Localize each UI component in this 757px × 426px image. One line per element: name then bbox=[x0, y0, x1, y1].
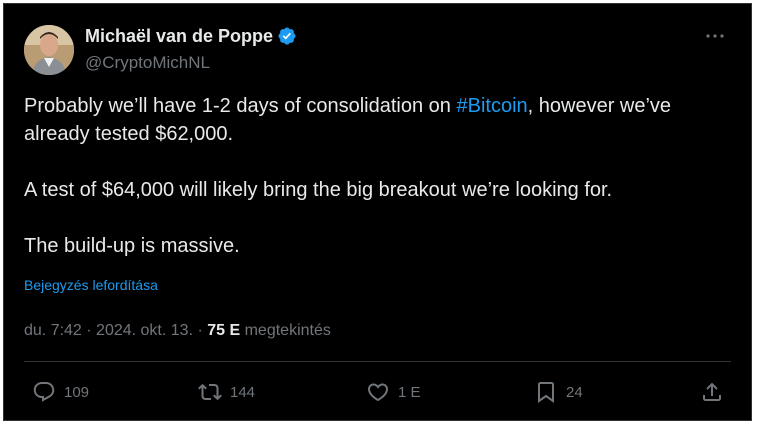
translate-post-link[interactable]: Bejegyzés lefordítása bbox=[24, 276, 158, 294]
like-button[interactable]: 1 E bbox=[366, 374, 421, 410]
tweet-time[interactable]: du. 7:42 bbox=[24, 322, 82, 339]
author-name[interactable]: Michaël van de Poppe bbox=[85, 25, 273, 47]
like-count: 1 E bbox=[398, 383, 421, 401]
bookmark-count: 24 bbox=[566, 383, 583, 401]
tweet-paragraph-3: The build-up is massive. bbox=[24, 235, 240, 257]
tweet-date[interactable]: 2024. okt. 13. bbox=[96, 322, 193, 339]
avatar[interactable] bbox=[24, 25, 74, 75]
view-count-label: megtekintés bbox=[240, 322, 331, 339]
view-count: 75 E bbox=[207, 322, 241, 339]
reply-icon bbox=[33, 382, 55, 402]
bookmark-button[interactable]: 24 bbox=[534, 374, 583, 410]
tweet-meta: du. 7:42 · 2024. okt. 13. · 75 E megteki… bbox=[24, 320, 331, 342]
reply-count: 109 bbox=[64, 383, 90, 401]
action-bar: 109 144 1 E 24 bbox=[24, 374, 731, 410]
tweet-text-segment: Probably we’ll have 1-2 days of consolid… bbox=[24, 95, 457, 117]
author-name-row: Michaël van de Poppe bbox=[85, 25, 297, 47]
hashtag-link[interactable]: #Bitcoin bbox=[456, 95, 527, 117]
reply-button[interactable]: 109 bbox=[32, 374, 89, 410]
tweet-text: Probably we’ll have 1-2 days of consolid… bbox=[24, 92, 724, 260]
more-options-icon[interactable] bbox=[703, 24, 727, 48]
tweet-paragraph-2: A test of $64,000 will likely bring the … bbox=[24, 179, 613, 201]
divider bbox=[24, 361, 731, 362]
meta-separator: · bbox=[81, 322, 97, 339]
verified-badge-icon[interactable] bbox=[277, 26, 297, 46]
repost-button[interactable]: 144 bbox=[198, 374, 255, 410]
bookmark-icon bbox=[538, 382, 554, 403]
share-button[interactable] bbox=[700, 374, 724, 410]
tweet-paragraph-1: Probably we’ll have 1-2 days of consolid… bbox=[24, 92, 724, 148]
tweet-card: Michaël van de Poppe @CryptoMichNL Proba… bbox=[3, 3, 752, 421]
author-handle[interactable]: @CryptoMichNL bbox=[85, 52, 210, 74]
heart-icon bbox=[367, 383, 389, 402]
meta-separator: · bbox=[193, 322, 208, 339]
share-icon bbox=[703, 382, 721, 401]
repost-icon bbox=[198, 383, 222, 401]
repost-count: 144 bbox=[230, 383, 256, 401]
